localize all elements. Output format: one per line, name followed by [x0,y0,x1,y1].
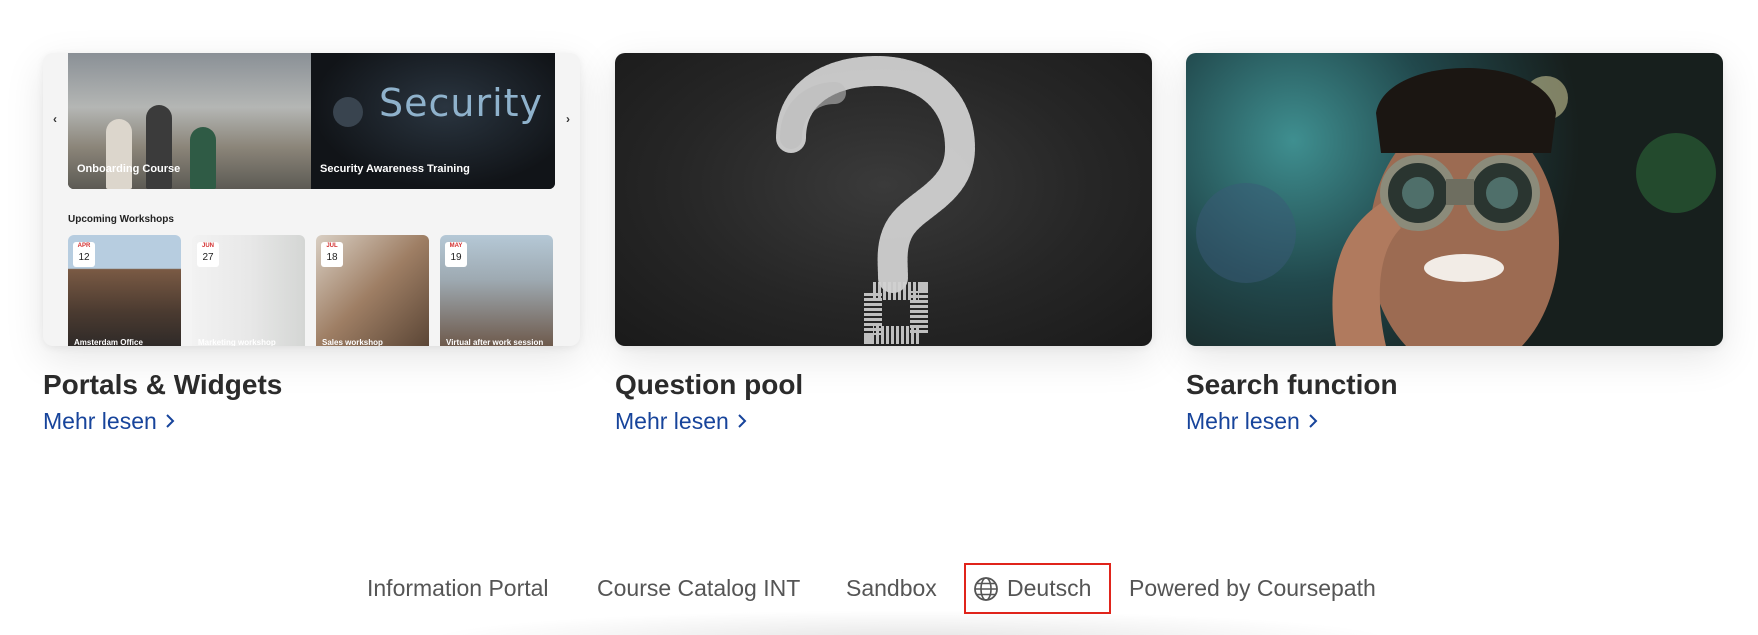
portals-widgets-preview-image[interactable]: ‹ › Onboarding Course Security Security … [43,53,580,346]
workshop-label: Marketing workshop [198,338,276,346]
workshop-tile: JUL 18 Sales workshop [316,235,429,346]
workshop-tile: APR 12 Amsterdam Office [68,235,181,346]
question-pool-image[interactable] [615,53,1152,346]
language-selector[interactable]: Deutsch [964,563,1111,614]
footer-link-sandbox[interactable]: Sandbox [846,575,937,601]
security-word: Security [379,81,544,125]
slide-label: Security Awareness Training [320,163,470,175]
footer-link-course-catalog[interactable]: Course Catalog INT [597,575,800,601]
card-title: Portals & Widgets [43,369,283,400]
feature-card-search-function: Search function Mehr lesen [1186,53,1723,436]
feature-card-portals-widgets: ‹ › Onboarding Course Security Security … [43,53,580,436]
workshop-label: Virtual after work session [446,338,544,346]
read-more-label: Mehr lesen [1186,408,1300,434]
workshop-label: Amsterdam Office [74,338,143,346]
chevron-right-icon [1309,414,1318,428]
slide-label: Onboarding Course [77,163,181,175]
logo-badge-icon [333,97,363,127]
globe-icon [974,576,998,601]
workshop-tile: JUN 27 Marketing workshop [192,235,305,346]
carousel-prev-icon: ‹ [53,112,57,126]
search-function-image[interactable] [1186,53,1723,346]
footer: Information Portal Course Catalog INT Sa… [0,563,1758,614]
feature-card-question-pool: Question pool Mehr lesen [615,53,1152,436]
chalk-question-mark-icon [776,55,976,344]
card-title: Question pool [615,369,804,400]
read-more-link[interactable]: Mehr lesen [1186,406,1723,436]
footer-link-information-portal[interactable]: Information Portal [367,575,549,601]
binoculars-photo [1196,68,1716,346]
chevron-right-icon [166,414,175,428]
footer-shadow [420,610,1400,635]
read-more-label: Mehr lesen [43,408,157,434]
date-badge: APR 12 [73,242,95,267]
chevron-right-icon [738,414,747,428]
card-title: Search function [1186,369,1398,400]
upcoming-workshops-heading: Upcoming Workshops [68,214,174,225]
onboarding-course-slide: Onboarding Course [68,53,311,189]
footer-powered-by[interactable]: Powered by Coursepath [1129,575,1376,601]
read-more-link[interactable]: Mehr lesen [615,406,1152,436]
date-badge: JUL 18 [321,242,343,267]
date-badge: MAY 19 [445,242,467,267]
workshop-label: Sales workshop [322,338,383,346]
feature-cards: ‹ › Onboarding Course Security Security … [43,53,1723,453]
security-training-slide: Security Security Awareness Training [311,53,555,189]
carousel-next-icon: › [566,112,570,126]
workshop-tile: MAY 19 Virtual after work session [440,235,553,346]
read-more-label: Mehr lesen [615,408,729,434]
language-label: Deutsch [1007,575,1092,601]
read-more-link[interactable]: Mehr lesen [43,406,580,436]
course-banner-carousel: Onboarding Course Security Security Awar… [68,53,555,189]
date-badge: JUN 27 [197,242,219,267]
